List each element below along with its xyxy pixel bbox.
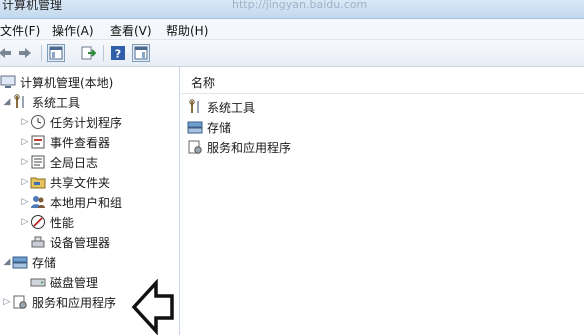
users-icon (30, 194, 46, 210)
computer-icon (0, 74, 16, 90)
tree-label: 共享文件夹 (50, 175, 111, 190)
toolbar: ? (0, 40, 584, 67)
tree-label: 性能 (50, 215, 75, 230)
tree-label: 全局日志 (50, 155, 99, 170)
list-item-storage[interactable]: 存储 (187, 117, 231, 137)
tree-item-task-scheduler[interactable]: ▷ 任务计划程序 (20, 112, 122, 132)
details-pane: 名称 系统工具 存储 服务和应用程序 (181, 67, 584, 335)
menu-file[interactable]: 文件(F) (0, 22, 40, 39)
menu-help[interactable]: 帮助(H) (166, 22, 208, 39)
clock-icon (30, 114, 46, 130)
forward-arrow-icon[interactable] (16, 44, 34, 62)
services-icon (187, 139, 203, 155)
expand-arrow-icon[interactable]: ▷ (20, 217, 30, 227)
tools-icon (187, 99, 203, 115)
shared-folder-icon (30, 174, 46, 190)
window-title: 计算机管理 (2, 0, 63, 12)
tree-label: 系统工具 (32, 95, 81, 110)
tree-label: 本地用户和组 (50, 195, 123, 210)
back-arrow-icon[interactable] (0, 44, 14, 62)
expand-arrow-icon[interactable]: ▷ (2, 297, 12, 307)
storage-icon (187, 119, 203, 135)
tree-item-storage[interactable]: ◢ 存储 (2, 252, 56, 272)
watermark: http://jingyan.baidu.com (232, 0, 368, 11)
menu-bar: 文件(F) 操作(A) 查看(V) 帮助(H) (0, 19, 584, 40)
tree-label: 计算机管理(本地) (20, 75, 114, 90)
collapse-arrow-icon[interactable]: ◢ (2, 257, 12, 267)
tree-item-performance[interactable]: ▷ 性能 (20, 212, 74, 232)
column-header-name[interactable]: 名称 (181, 71, 584, 94)
tree-item-global-log[interactable]: ▷ 全局日志 (20, 152, 98, 172)
list-item-label: 系统工具 (207, 100, 256, 115)
device-manager-icon (30, 234, 46, 250)
title-bar: 计算机管理 http://jingyan.baidu.com (0, 0, 584, 19)
list-item-label: 存储 (207, 120, 232, 135)
expand-arrow-icon[interactable]: ▷ (20, 197, 30, 207)
tree-label: 任务计划程序 (50, 115, 123, 130)
toolbar-separator (103, 45, 104, 61)
tree-item-shared-folders[interactable]: ▷ 共享文件夹 (20, 172, 110, 192)
tree-item-root[interactable]: 计算机管理(本地) (0, 72, 113, 92)
tree-item-device-manager[interactable]: 设备管理器 (30, 232, 110, 252)
action-pane-icon[interactable] (132, 44, 150, 62)
collapse-arrow-icon[interactable]: ◢ (2, 97, 12, 107)
console-tree-icon[interactable] (47, 44, 65, 62)
list-item-system-tools[interactable]: 系统工具 (187, 97, 255, 117)
tree-label: 存储 (32, 255, 57, 270)
toolbar-separator (41, 45, 42, 61)
expand-arrow-icon[interactable]: ▷ (20, 137, 30, 147)
log-icon (30, 154, 46, 170)
event-viewer-icon (30, 134, 46, 150)
tree-label: 事件查看器 (50, 135, 111, 150)
menu-action[interactable]: 操作(A) (52, 22, 94, 39)
menu-view[interactable]: 查看(V) (110, 22, 152, 39)
tree-item-local-users-groups[interactable]: ▷ 本地用户和组 (20, 192, 122, 212)
performance-icon (30, 214, 46, 230)
disk-icon (30, 274, 46, 290)
tree-label: 磁盘管理 (50, 275, 99, 290)
tree-item-event-viewer[interactable]: ▷ 事件查看器 (20, 132, 110, 152)
list-item-services-apps[interactable]: 服务和应用程序 (187, 137, 291, 157)
storage-icon (12, 254, 28, 270)
help-icon[interactable]: ? (109, 44, 127, 62)
expand-arrow-icon[interactable]: ▷ (20, 157, 30, 167)
console-tree: 计算机管理(本地) ◢ 系统工具 ▷ 任务计划程序 ▷ 事件查看器 ▷ 全局日志… (0, 67, 180, 335)
tools-icon (12, 94, 28, 110)
pointer-arrow-annotation (131, 279, 174, 335)
expand-arrow-icon[interactable]: ▷ (20, 177, 30, 187)
tree-item-system-tools[interactable]: ◢ 系统工具 (2, 92, 80, 112)
svg-text:?: ? (115, 48, 121, 61)
expand-arrow-icon[interactable]: ▷ (20, 117, 30, 127)
export-list-icon[interactable] (79, 44, 97, 62)
column-header-label: 名称 (191, 76, 216, 90)
tree-item-disk-management[interactable]: 磁盘管理 (30, 272, 98, 292)
services-icon (12, 294, 28, 310)
tree-item-services-apps[interactable]: ▷ 服务和应用程序 (2, 292, 116, 312)
tree-label: 服务和应用程序 (32, 295, 117, 310)
tree-label: 设备管理器 (50, 235, 111, 250)
list-item-label: 服务和应用程序 (207, 140, 292, 155)
